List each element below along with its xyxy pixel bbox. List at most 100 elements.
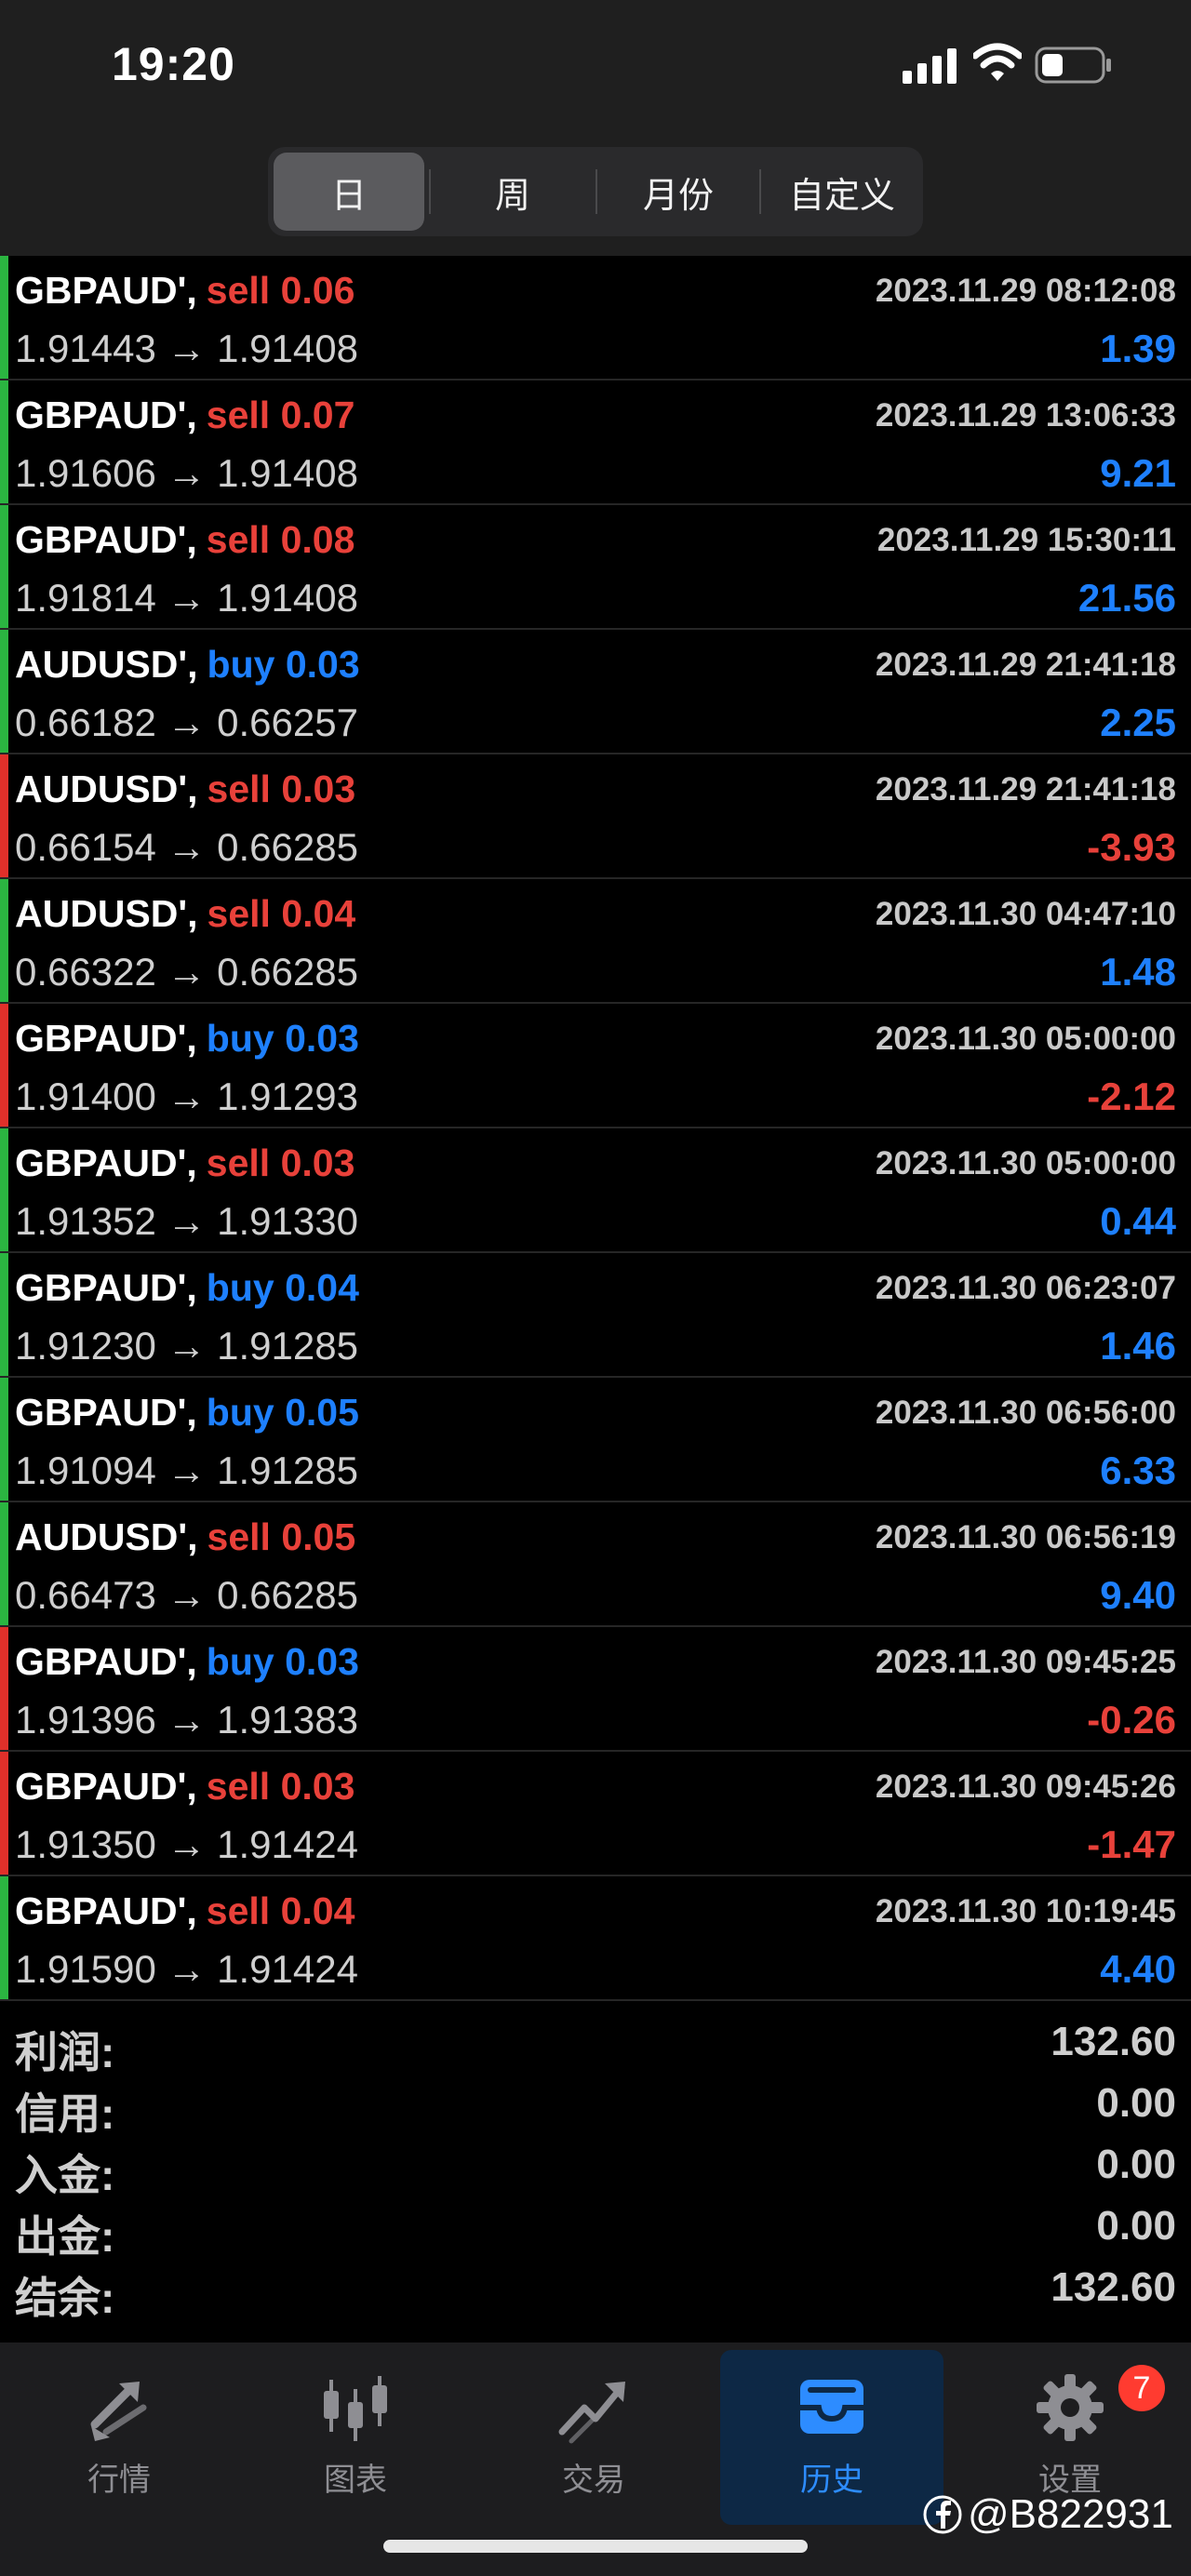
trade-row[interactable]: AUDUSD', buy 0.03 2023.11.29 21:41:18 0.6… <box>0 630 1191 754</box>
trade-side-volume: sell 0.05 <box>207 1515 356 1558</box>
tab-week[interactable]: 周 <box>437 153 588 231</box>
trade-side-volume: buy 0.05 <box>207 1391 359 1434</box>
trade-side-volume: buy 0.03 <box>207 643 360 686</box>
trade-row[interactable]: GBPAUD', sell 0.03 2023.11.30 09:45:26 1.… <box>0 1752 1191 1876</box>
trade-side-volume: sell 0.04 <box>207 1889 355 1932</box>
trade-side: sell <box>206 269 271 312</box>
row-status-bar <box>0 380 8 503</box>
trade-row[interactable]: GBPAUD', sell 0.04 2023.11.30 10:19:45 1.… <box>0 1876 1191 2001</box>
trade-profit: 21.56 <box>1077 576 1176 620</box>
trade-prices: 0.66473 → 0.66285 <box>15 1573 358 1617</box>
tab-quotes[interactable]: 行情 <box>7 2350 231 2525</box>
row-status-bar <box>0 256 8 379</box>
row-status-bar <box>0 1752 8 1875</box>
trade-profit: 4.40 <box>1100 1947 1176 1991</box>
trade-symbol-line: GBPAUD', sell 0.06 <box>15 269 355 313</box>
symbol: GBPAUD', <box>15 1266 197 1309</box>
trade-time: 2023.11.30 05:00:00 <box>875 1021 1176 1057</box>
trade-profit: -2.12 <box>1087 1074 1176 1118</box>
trade-profit: 0.44 <box>1100 1199 1176 1243</box>
trade-row[interactable]: GBPAUD', buy 0.05 2023.11.30 06:56:00 1.9… <box>0 1378 1191 1502</box>
trade-prices: 1.91094 → 1.91285 <box>15 1448 358 1492</box>
trade-volume: 0.04 <box>280 1889 355 1932</box>
trade-side: sell <box>206 1141 271 1184</box>
trade-side-volume: sell 0.08 <box>207 518 355 561</box>
summary-value: 0.00 <box>1096 2203 1176 2249</box>
trade-row[interactable]: GBPAUD', sell 0.08 2023.11.29 15:30:11 1.… <box>0 505 1191 630</box>
trade-history-list: GBPAUD', sell 0.06 2023.11.29 08:12:08 1.… <box>0 256 1191 2001</box>
trade-prices: 1.91230 → 1.91285 <box>15 1324 358 1368</box>
tab-chart[interactable]: 图表 <box>244 2350 467 2525</box>
trade-side-volume: buy 0.04 <box>207 1266 359 1309</box>
trade-prices: 1.91590 → 1.91424 <box>15 1947 358 1991</box>
summary-value: 0.00 <box>1096 2142 1176 2187</box>
trade-time: 2023.11.30 04:47:10 <box>875 896 1176 932</box>
watermark-text: @B822931 <box>968 2491 1173 2537</box>
tab-custom[interactable]: 自定义 <box>767 153 917 231</box>
trade-row[interactable]: GBPAUD', buy 0.03 2023.11.30 09:45:25 1.9… <box>0 1627 1191 1752</box>
summary-row-balance: 结余: 132.60 <box>0 2257 1191 2322</box>
row-status-bar <box>0 754 8 877</box>
trade-volume: 0.04 <box>281 892 356 935</box>
trade-side: sell <box>206 1889 271 1932</box>
row-status-bar <box>0 630 8 753</box>
tab-day[interactable]: 日 <box>274 153 424 231</box>
trade-profit: 6.33 <box>1100 1448 1176 1492</box>
trade-prices: 1.91606 → 1.91408 <box>15 451 358 495</box>
trade-side-volume: sell 0.03 <box>207 767 356 810</box>
trade-side: sell <box>206 518 271 561</box>
trade-prices: 0.66322 → 0.66285 <box>15 950 358 994</box>
symbol: GBPAUD', <box>15 1889 197 1932</box>
trade-volume: 0.06 <box>280 269 355 312</box>
tab-trade[interactable]: 交易 <box>482 2350 705 2525</box>
home-indicator[interactable] <box>383 2540 808 2553</box>
trade-row[interactable]: AUDUSD', sell 0.03 2023.11.29 21:41:18 0.… <box>0 754 1191 879</box>
trade-profit: 1.48 <box>1100 950 1176 994</box>
trade-row[interactable]: GBPAUD', sell 0.07 2023.11.29 13:06:33 1.… <box>0 380 1191 505</box>
trade-side: buy <box>206 1017 274 1060</box>
trade-time: 2023.11.29 08:12:08 <box>875 273 1176 309</box>
trade-row[interactable]: AUDUSD', sell 0.05 2023.11.30 06:56:19 0.… <box>0 1502 1191 1627</box>
segment-divider <box>759 169 761 214</box>
trade-time: 2023.11.30 06:23:07 <box>875 1270 1176 1306</box>
trade-row[interactable]: GBPAUD', sell 0.06 2023.11.29 08:12:08 1.… <box>0 256 1191 380</box>
trade-time: 2023.11.30 06:56:19 <box>875 1519 1176 1555</box>
trade-profit: -0.26 <box>1087 1698 1176 1742</box>
trade-row[interactable]: GBPAUD', buy 0.03 2023.11.30 05:00:00 1.9… <box>0 1004 1191 1128</box>
summary-row-deposit: 入金: 0.00 <box>0 2134 1191 2199</box>
trade-volume: 0.03 <box>280 1141 355 1184</box>
trade-row[interactable]: GBPAUD', sell 0.03 2023.11.30 05:00:00 1.… <box>0 1128 1191 1253</box>
trade-row[interactable]: GBPAUD', buy 0.04 2023.11.30 06:23:07 1.9… <box>0 1253 1191 1378</box>
symbol: GBPAUD', <box>15 1141 197 1184</box>
candlestick-chart-icon <box>324 2376 387 2441</box>
battery-icon <box>1035 47 1111 84</box>
trade-side-volume: buy 0.03 <box>207 1017 359 1060</box>
symbol: GBPAUD', <box>15 1017 197 1060</box>
trade-side-volume: buy 0.03 <box>207 1640 359 1683</box>
trade-prices: 1.91396 → 1.91383 <box>15 1698 358 1742</box>
cellular-signal-icon <box>903 48 957 84</box>
trade-symbol-line: GBPAUD', buy 0.03 <box>15 1017 359 1061</box>
row-status-bar <box>0 1627 8 1750</box>
row-status-bar <box>0 1004 8 1127</box>
trade-time: 2023.11.29 21:41:18 <box>875 771 1176 808</box>
trade-symbol-line: GBPAUD', buy 0.04 <box>15 1266 359 1310</box>
trade-prices: 1.91814 → 1.91408 <box>15 576 358 620</box>
row-status-bar <box>0 1378 8 1501</box>
summary-value: 132.60 <box>1050 2019 1176 2064</box>
status-time: 19:20 <box>112 38 235 90</box>
trade-symbol-line: GBPAUD', sell 0.08 <box>15 518 355 562</box>
tab-month[interactable]: 月份 <box>603 153 754 231</box>
segment-divider <box>429 169 431 214</box>
trade-row[interactable]: AUDUSD', sell 0.04 2023.11.30 04:47:10 0.… <box>0 879 1191 1004</box>
trade-side-volume: sell 0.07 <box>207 394 355 436</box>
trade-side-volume: sell 0.06 <box>207 269 355 312</box>
trade-volume: 0.04 <box>285 1266 359 1309</box>
gear-icon <box>1037 2374 1104 2441</box>
summary-row-profit: 利润: 132.60 <box>0 2011 1191 2076</box>
tab-label: 历史 <box>800 2463 863 2498</box>
trade-prices: 0.66154 → 0.66285 <box>15 825 358 869</box>
tab-history[interactable]: 历史 <box>720 2350 943 2525</box>
trade-prices: 0.66182 → 0.66257 <box>15 701 358 744</box>
summary-label: 信用: <box>15 2089 115 2138</box>
